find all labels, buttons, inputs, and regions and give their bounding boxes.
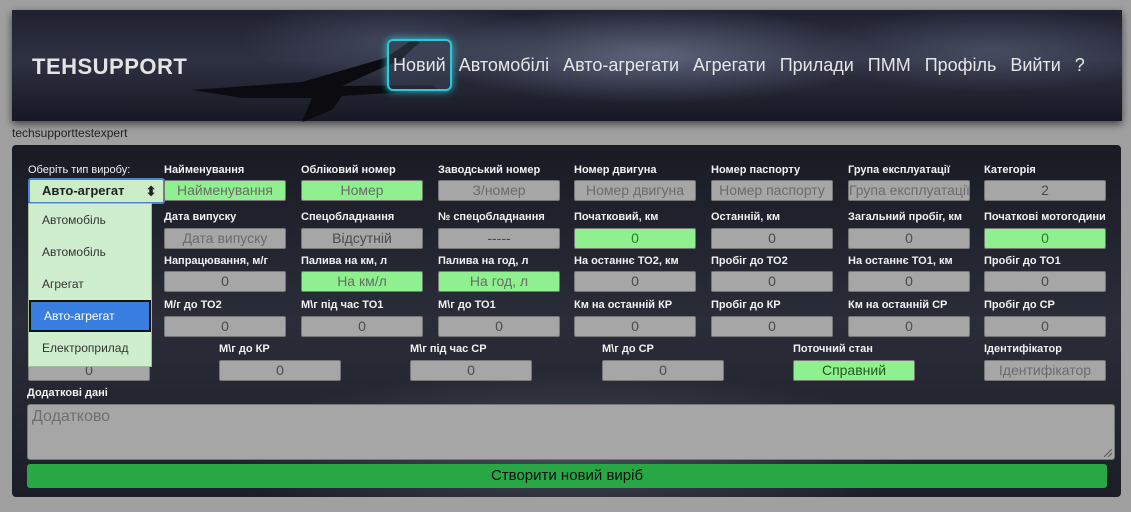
type-option-car[interactable]: Автомобіль [29,204,151,236]
nav-pmm[interactable]: ПММ [861,40,918,90]
special-equipment-number-label: № спецобладнання [438,211,545,223]
fuel-per-km-input[interactable]: На км/л [301,271,423,292]
username-label: techsupporttestexpert [12,126,128,140]
name-input[interactable]: Найменування [164,180,286,201]
mileage-to-kr-label: Пробіг до КР [711,299,781,311]
initial-km-label: Початковий, км [574,211,659,223]
mh-during-to1-label: М\г під час ТО1 [301,299,384,311]
type-select-label: Оберіть тип виробу: [28,164,131,176]
mileage-to-sr-label: Пробіг до СР [984,299,1055,311]
mh-during-sr-input[interactable]: 0 [410,360,532,381]
select-arrows-icon: ⬍ [145,183,157,199]
engine-number-label: Номер двигуна [574,164,657,176]
last-to1-label: На останнє ТО1, км [848,255,953,267]
nav-aggregates[interactable]: Агрегати [686,40,773,90]
name-label: Найменування [164,164,245,176]
last-to2-label: На останнє ТО2, км [574,255,679,267]
category-input[interactable]: 2 [984,180,1106,201]
nav-profile[interactable]: Профіль [918,40,1004,90]
operation-group-input[interactable]: Група експлуатації [848,180,970,201]
special-equipment-number-input[interactable]: ----- [438,228,560,249]
nav-cars[interactable]: Автомобілі [452,40,556,90]
current-state-select[interactable]: Справний [793,360,915,381]
last-km-input[interactable]: 0 [711,228,833,249]
last-km-label: Останній, км [711,211,781,223]
fuel-per-km-label: Палива на км, л [301,255,388,267]
additional-textarea[interactable]: Додатково [27,404,1115,460]
km-last-kr-input[interactable]: 0 [574,316,696,337]
create-item-button[interactable]: Створити новий виріб [27,464,1107,488]
mileage-to-to2-label: Пробіг до ТО2 [711,255,788,267]
km-last-sr-input[interactable]: 0 [848,316,970,337]
reg-number-label: Обліковий номер [301,164,396,176]
reg-number-input[interactable]: Номер [301,180,423,201]
km-last-kr-label: Км на останній КР [574,299,673,311]
special-equipment-select[interactable]: Відсутній [301,228,423,249]
total-mileage-input[interactable]: 0 [848,228,970,249]
type-option-aggregate[interactable]: Агрегат [29,268,151,300]
total-mileage-label: Загальний пробіг, км [848,211,962,223]
nav-new[interactable]: Новий [387,39,452,91]
new-item-form: Оберіть тип виробу: Авто-агрегат ⬍ Найме… [12,145,1121,497]
mileage-to-sr-input[interactable]: 0 [984,316,1106,337]
type-select-value: Авто-агрегат [42,183,125,198]
header-banner: TEHSUPPORT Новий Автомобілі Авто-агрегат… [12,10,1122,122]
mh-to-sr-label: М\г до СР [602,343,654,355]
mh-to-kr-input[interactable]: 0 [219,360,341,381]
passport-number-label: Номер паспорту [711,164,801,176]
last-to2-input[interactable]: 0 [574,271,696,292]
mh-to-to1-input[interactable]: 0 [438,316,560,337]
mileage-to-to1-input[interactable]: 0 [984,271,1106,292]
special-equipment-label: Спецобладнання [301,211,395,223]
fuel-per-hour-input[interactable]: На год, л [438,271,560,292]
mileage-to-kr-input[interactable]: 0 [711,316,833,337]
mh-to-to2-input[interactable]: 0 [164,316,286,337]
mileage-to-to1-label: Пробіг до ТО1 [984,255,1061,267]
resize-handle-icon[interactable] [1104,449,1112,457]
nav-devices[interactable]: Прилади [773,40,861,90]
fuel-per-hour-label: Палива на год, л [438,255,529,267]
mh-to-to2-label: М/г до ТО2 [164,299,222,311]
nav-auto-aggregates[interactable]: Авто-агрегати [556,40,686,90]
category-label: Категорія [984,164,1036,176]
identifier-label: Ідентифікатор [984,343,1062,355]
additional-label: Додаткові дані [27,387,108,399]
worked-hours-input[interactable]: 0 [164,271,286,292]
additional-placeholder: Додатково [32,408,111,425]
identifier-input[interactable]: Ідентифікатор [984,360,1106,381]
mh-during-sr-label: М\г під час СР [410,343,487,355]
mh-to-to1-label: М\г до ТО1 [438,299,496,311]
type-option-auto-aggregate[interactable]: Авто-агрегат [29,300,151,332]
main-nav: Новий Автомобілі Авто-агрегати Агрегати … [387,39,1092,91]
current-state-label: Поточний стан [793,343,873,355]
nav-logout[interactable]: Вийти [1003,40,1067,90]
initial-motohours-input[interactable]: 0 [984,228,1106,249]
type-select[interactable]: Авто-агрегат ⬍ [28,178,165,204]
release-date-input[interactable]: Дата випуску [164,228,286,249]
km-last-sr-label: Км на останній СР [848,299,948,311]
initial-motohours-label: Початкові мотогодини [984,211,1106,223]
type-dropdown-list: Автомобіль Автомобіль Агрегат Авто-агрег… [28,203,152,367]
worked-hours-label: Напрацювання, м/г [164,255,269,267]
release-date-label: Дата випуску [164,211,237,223]
mileage-to-to2-input[interactable]: 0 [711,271,833,292]
mh-during-to1-input[interactable]: 0 [301,316,423,337]
mh-to-sr-input[interactable]: 0 [602,360,724,381]
type-option-car-2[interactable]: Автомобіль [29,236,151,268]
factory-number-label: Заводський номер [438,164,541,176]
brand-logo[interactable]: TEHSUPPORT [32,54,187,80]
last-to1-input[interactable]: 0 [848,271,970,292]
passport-number-input[interactable]: Номер паспорту [711,180,833,201]
factory-number-input[interactable]: З/номер [438,180,560,201]
nav-help[interactable]: ? [1068,40,1092,90]
operation-group-label: Група експлуатації [848,164,950,176]
type-option-electro-device[interactable]: Електроприлад [29,332,151,364]
engine-number-input[interactable]: Номер двигуна [574,180,696,201]
initial-km-input[interactable]: 0 [574,228,696,249]
mh-to-kr-label: М\г до КР [219,343,270,355]
